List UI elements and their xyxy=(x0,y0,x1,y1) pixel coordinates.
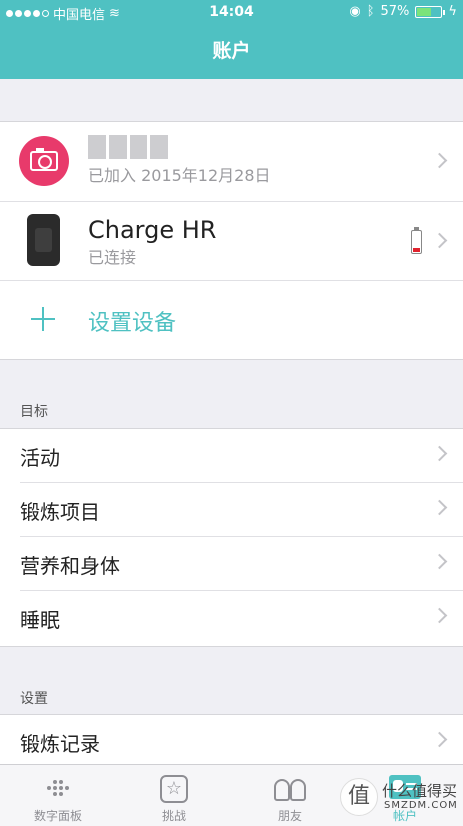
goals-group: 活动 锻炼项目 营养和身体 睡眠 xyxy=(0,428,463,647)
battery-icon xyxy=(415,5,446,18)
screen: 中国电信 ≋ 14:04 ◉ ᛒ 57% ϟ 账户 已加入 2015年12月28… xyxy=(0,0,463,826)
chevron-right-icon xyxy=(431,445,448,462)
tab-challenges[interactable]: ☆ 挑战 xyxy=(116,765,232,826)
plus-icon xyxy=(31,307,55,331)
account-group: 已加入 2015年12月28日 Charge HR 已连接 设置设备 xyxy=(0,121,463,360)
setup-device-label: 设置设备 xyxy=(88,311,177,336)
goal-item-activity[interactable]: 活动 xyxy=(20,429,463,483)
status-bar: 中国电信 ≋ 14:04 ◉ ᛒ 57% ϟ xyxy=(0,0,463,26)
chevron-right-icon xyxy=(431,731,448,748)
joined-date: 已加入 2015年12月28日 xyxy=(88,166,271,185)
device-name: Charge HR xyxy=(88,216,217,244)
device-battery-icon xyxy=(411,227,422,254)
star-icon: ☆ xyxy=(160,775,188,803)
tracker-device-icon xyxy=(27,214,60,266)
watermark-logo: 值 xyxy=(340,778,378,816)
goal-item-label: 营养和身体 xyxy=(20,554,120,578)
goal-item-sleep[interactable]: 睡眠 xyxy=(20,591,463,645)
tab-label: 数字面板 xyxy=(33,809,82,823)
page-title: 账户 xyxy=(212,40,251,62)
settings-item-label: 锻炼记录 xyxy=(20,732,100,756)
dashboard-dots-icon xyxy=(47,777,69,799)
top-bar: 中国电信 ≋ 14:04 ◉ ᛒ 57% ϟ 账户 xyxy=(0,0,463,79)
goal-item-exercise[interactable]: 锻炼项目 xyxy=(20,483,463,537)
settings-item-exercise-log[interactable]: 锻炼记录 xyxy=(20,715,463,769)
profile-row[interactable]: 已加入 2015年12月28日 xyxy=(0,122,463,200)
username-redacted xyxy=(88,135,168,159)
battery-percent: 57% xyxy=(380,4,410,19)
chevron-right-icon xyxy=(431,152,448,169)
goal-item-nutrition-body[interactable]: 营养和身体 xyxy=(20,537,463,591)
goal-item-label: 锻炼项目 xyxy=(20,500,100,524)
device-status: 已连接 xyxy=(88,248,137,267)
bluetooth-icon: ᛒ xyxy=(366,4,375,19)
tab-label: 朋友 xyxy=(277,809,302,823)
tab-friends[interactable]: 朋友 xyxy=(232,765,348,826)
watermark-text: 什么值得买 xyxy=(382,782,458,800)
charging-icon: ϟ xyxy=(448,4,457,19)
avatar[interactable] xyxy=(19,136,69,186)
chevron-right-icon xyxy=(431,553,448,570)
device-row[interactable]: Charge HR 已连接 xyxy=(0,201,463,280)
goal-item-label: 活动 xyxy=(20,446,60,470)
settings-group: 锻炼记录 xyxy=(0,714,463,770)
orientation-lock-icon: ◉ xyxy=(349,4,361,19)
setup-device-row[interactable]: 设置设备 xyxy=(0,280,463,358)
chevron-right-icon xyxy=(431,607,448,624)
watermark: 值 什么值得买 SMZDM.COM xyxy=(340,778,460,822)
tab-dashboard[interactable]: 数字面板 xyxy=(0,765,116,826)
status-right: ◉ ᛒ 57% ϟ xyxy=(349,4,457,19)
friends-icon xyxy=(270,773,310,803)
chevron-right-icon xyxy=(431,499,448,516)
chevron-right-icon xyxy=(431,232,448,249)
tab-label: 挑战 xyxy=(161,809,186,823)
camera-icon xyxy=(30,148,58,171)
watermark-sub: SMZDM.COM xyxy=(384,800,458,811)
goal-item-label: 睡眠 xyxy=(20,608,60,632)
section-title-goals: 目标 xyxy=(20,404,48,420)
section-title-settings: 设置 xyxy=(20,691,48,707)
